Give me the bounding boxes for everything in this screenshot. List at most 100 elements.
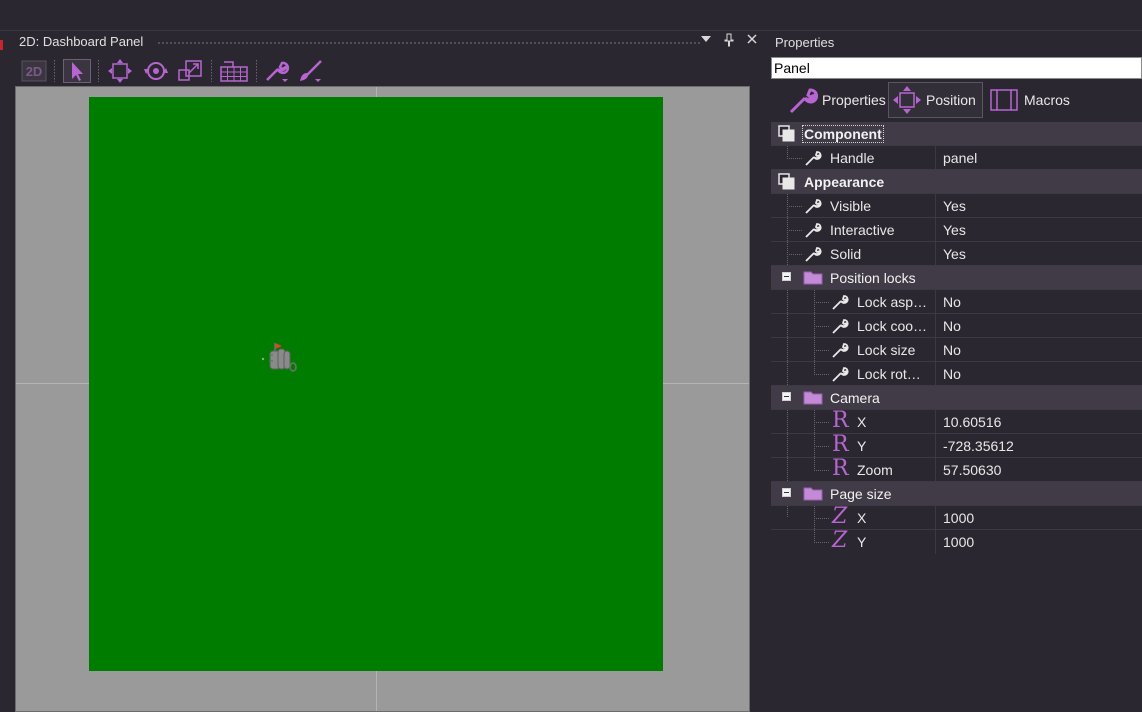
collapse-icon[interactable]: [782, 392, 791, 401]
collapse-icon[interactable]: [782, 272, 791, 281]
close-icon[interactable]: [744, 33, 760, 49]
brush-tool-button[interactable]: [296, 58, 326, 84]
dashboard-toolbar: 2D: [12, 56, 764, 86]
property-value[interactable]: 57.50630: [943, 462, 1001, 478]
wrench-tool-button[interactable]: [262, 58, 292, 84]
property-row-lock-aspect[interactable]: Lock asp… No: [771, 290, 1142, 314]
property-value[interactable]: Yes: [943, 222, 966, 238]
property-label: Visible: [830, 198, 871, 214]
property-value[interactable]: Yes: [943, 198, 966, 214]
origin-gizmo-icon: [261, 343, 297, 372]
collapse-icon[interactable]: [782, 488, 791, 497]
property-label: Lock coo…: [857, 318, 928, 334]
column-divider: [935, 434, 936, 458]
folder-icon: [803, 391, 823, 405]
property-value[interactable]: 10.60516: [943, 414, 1001, 430]
properties-tabs: Properties Position Macros: [771, 80, 1142, 120]
property-value[interactable]: -728.35612: [943, 438, 1014, 454]
wrench-icon: [832, 319, 849, 334]
property-row-lock-coords[interactable]: Lock coo… No: [771, 314, 1142, 338]
property-value[interactable]: panel: [943, 150, 977, 166]
svg-text:2D: 2D: [26, 64, 43, 79]
real-number-icon: R: [832, 408, 849, 433]
2d-view-button[interactable]: 2D: [21, 58, 47, 84]
top-bar: [0, 0, 1142, 31]
2d-icon: 2D: [21, 60, 47, 82]
folder-icon: [803, 271, 823, 285]
move-icon: [893, 86, 921, 114]
category-appearance[interactable]: Appearance: [771, 170, 1142, 194]
wrench-icon: [832, 343, 849, 358]
group-position-locks[interactable]: Position locks: [771, 266, 1142, 290]
category-component[interactable]: Component: [771, 122, 1142, 146]
column-divider: [935, 314, 936, 338]
dashboard-panel: 2D: Dashboard Panel 2D: [12, 30, 764, 712]
toolbar-separator: [211, 60, 212, 82]
integer-icon: Z: [832, 528, 848, 553]
grid-tool-button[interactable]: [218, 58, 250, 84]
property-row-lock-size[interactable]: Lock size No: [771, 338, 1142, 362]
dashboard-page[interactable]: [89, 97, 663, 671]
group-label: Position locks: [830, 270, 916, 286]
property-label: Lock size: [857, 342, 916, 358]
category-label: Appearance: [804, 174, 885, 190]
column-divider: [935, 242, 936, 266]
tab-properties[interactable]: Properties: [783, 82, 889, 118]
category-label: Component: [802, 125, 884, 143]
move-tool-button[interactable]: [105, 58, 135, 84]
tab-label: Properties: [822, 92, 886, 108]
drag-grip[interactable]: [157, 41, 702, 45]
select-tool-button[interactable]: [62, 58, 92, 84]
property-row-handle[interactable]: Handle panel: [771, 146, 1142, 170]
move-icon: [108, 59, 132, 83]
pointer-icon: [63, 59, 91, 83]
property-value[interactable]: No: [943, 366, 961, 382]
category-icon: [778, 173, 795, 190]
wrench-icon: [805, 199, 822, 214]
property-label: Y: [857, 534, 867, 550]
property-value[interactable]: 1000: [943, 510, 974, 526]
dashboard-panel-header: 2D: Dashboard Panel: [12, 30, 764, 54]
property-row-camera-zoom[interactable]: R Zoom 57.50630: [771, 457, 1142, 482]
column-divider: [935, 362, 936, 386]
property-value[interactable]: No: [943, 294, 961, 310]
wrench-icon: [805, 151, 822, 166]
column-divider: [935, 530, 936, 554]
property-row-camera-y[interactable]: R Y -728.35612: [771, 433, 1142, 458]
property-row-camera-x[interactable]: R X 10.60516: [771, 408, 1142, 434]
integer-icon: Z: [832, 504, 848, 529]
tab-position[interactable]: Position: [888, 82, 983, 118]
property-value[interactable]: No: [943, 318, 961, 334]
category-icon: [778, 125, 795, 142]
property-row-solid[interactable]: Solid Yes: [771, 242, 1142, 266]
resize-icon: [178, 60, 202, 81]
column-divider: [935, 218, 936, 242]
property-label: Lock asp…: [857, 294, 928, 310]
toolbar-separator: [256, 60, 257, 82]
group-label: Camera: [830, 390, 880, 406]
property-row-visible[interactable]: Visible Yes: [771, 194, 1142, 218]
property-row-page-x[interactable]: Z X 1000: [771, 504, 1142, 530]
tab-macros[interactable]: Macros: [985, 82, 1073, 118]
object-name-input[interactable]: [771, 57, 1142, 79]
dashboard-canvas[interactable]: [15, 86, 750, 712]
canvas-origin-marker[interactable]: [261, 339, 311, 376]
property-value[interactable]: Yes: [943, 246, 966, 262]
resize-tool-button[interactable]: [175, 58, 205, 84]
property-row-lock-rotation[interactable]: Lock rot… No: [771, 362, 1142, 386]
group-camera[interactable]: Camera: [771, 386, 1142, 410]
tab-label: Position: [926, 92, 976, 108]
column-divider: [935, 410, 936, 434]
property-value[interactable]: No: [943, 342, 961, 358]
column-divider: [935, 290, 936, 314]
property-row-interactive[interactable]: Interactive Yes: [771, 218, 1142, 242]
property-value[interactable]: 1000: [943, 534, 974, 550]
property-label: Y: [857, 438, 867, 454]
group-page-size[interactable]: Page size: [771, 482, 1142, 506]
dropdown-arrow-icon[interactable]: [698, 33, 714, 49]
properties-panel: Properties Properties Position Macros: [771, 30, 1142, 710]
property-row-page-y[interactable]: Z Y 1000: [771, 528, 1142, 554]
property-label: Solid: [830, 246, 862, 262]
rotate-tool-button[interactable]: [140, 58, 172, 84]
pin-icon[interactable]: [721, 33, 737, 49]
